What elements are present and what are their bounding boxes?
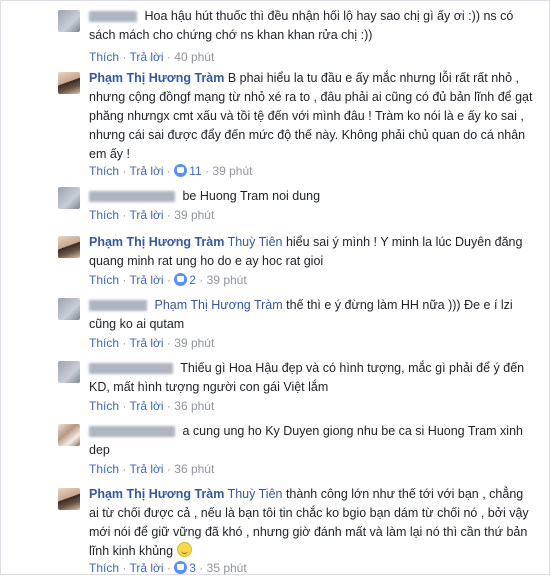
- avatar[interactable]: [58, 72, 80, 94]
- comment-body: Hoa hậu hút thuốc thì đều nhận hối lộ ha…: [89, 7, 534, 45]
- like-button[interactable]: Thích: [89, 462, 119, 476]
- avatar[interactable]: [58, 361, 80, 383]
- reply-button[interactable]: Trả lời: [129, 336, 163, 350]
- mention-tag[interactable]: Thuỳ Tiên: [228, 487, 283, 501]
- like-button[interactable]: Thích: [89, 164, 119, 178]
- comment-body: Phạm Thị Hương Tràm Thuỳ Tiên hiểu sai ý…: [89, 233, 534, 271]
- reaction-count[interactable]: 3: [189, 561, 196, 575]
- comment-text: thế thì e ý đừng làm HH nữa ))) Đe e í l…: [89, 298, 513, 331]
- comment-body: Phạm Thị Hương Tràm thế thì e ý đừng làm…: [89, 296, 534, 334]
- reaction-count[interactable]: 2: [189, 273, 196, 287]
- comment-body: Thiếu gì Hoa Hậu đẹp và có hình tượng, m…: [89, 359, 534, 397]
- avatar[interactable]: [58, 236, 80, 258]
- like-button[interactable]: Thích: [89, 208, 119, 222]
- reaction-count[interactable]: 11: [189, 164, 201, 178]
- reply-button[interactable]: Trả lời: [129, 164, 163, 178]
- like-reaction-icon[interactable]: [174, 164, 188, 177]
- blurred-author-name[interactable]: [89, 363, 173, 375]
- mention-tag[interactable]: Thuỳ Tiên: [228, 235, 283, 249]
- comment-actions: Thích · Trả lời · 40 phút: [89, 50, 215, 64]
- like-reaction-icon[interactable]: [174, 273, 188, 286]
- comment-actions: Thích · Trả lời · 39 phút: [89, 208, 215, 222]
- comment-actions: Thích · Trả lời · 39 phút: [89, 336, 215, 350]
- timestamp[interactable]: 39 phút: [212, 164, 252, 178]
- timestamp[interactable]: 36 phút: [174, 399, 214, 413]
- reply-button[interactable]: Trả lời: [129, 273, 163, 287]
- comment-actions: Thích · Trả lời · 36 phút: [89, 462, 215, 476]
- comment-body: Phạm Thị Hương Tràm Thuỳ Tiên thành công…: [89, 485, 534, 561]
- avatar[interactable]: [58, 424, 80, 446]
- like-button[interactable]: Thích: [89, 50, 119, 64]
- comment-thread: Hoa hậu hút thuốc thì đều nhận hối lộ ha…: [0, 0, 550, 575]
- reply-button[interactable]: Trả lời: [129, 208, 163, 222]
- comment-text: Hoa hậu hút thuốc thì đều nhận hối lộ ha…: [89, 9, 514, 42]
- reply-button[interactable]: Trả lời: [129, 399, 163, 413]
- avatar[interactable]: [58, 298, 80, 320]
- blurred-author-name[interactable]: [89, 191, 175, 203]
- comment-body: a cung ung ho Ky Duyen giong nhu be ca s…: [89, 422, 534, 460]
- author-name[interactable]: Phạm Thị Hương Tràm: [89, 235, 224, 249]
- comment-actions: Thích · Trả lời · 36 phút: [89, 399, 215, 413]
- like-reaction-icon[interactable]: [174, 561, 188, 574]
- reply-button[interactable]: Trả lời: [129, 50, 163, 64]
- like-button[interactable]: Thích: [89, 273, 119, 287]
- avatar[interactable]: [58, 187, 80, 209]
- avatar[interactable]: [58, 488, 80, 510]
- timestamp[interactable]: 35 phút: [207, 561, 247, 575]
- comment-body: Phạm Thị Hương Tràm B phai hiểu la tu đầ…: [89, 69, 534, 164]
- blurred-author-name[interactable]: [89, 11, 137, 23]
- author-name[interactable]: Phạm Thị Hương Tràm: [89, 71, 224, 85]
- mention-tag[interactable]: Phạm Thị Hương Tràm: [154, 298, 282, 312]
- like-button[interactable]: Thích: [89, 561, 119, 575]
- reply-button[interactable]: Trả lời: [129, 462, 163, 476]
- comment-actions: Thích · Trả lời · 2 · 39 phút: [89, 273, 247, 287]
- comment-actions: Thích · Trả lời · 3 · 35 phút: [89, 561, 247, 575]
- timestamp[interactable]: 40 phút: [174, 50, 214, 64]
- blurred-author-name[interactable]: [89, 300, 147, 312]
- blurred-author-name[interactable]: [89, 426, 175, 438]
- timestamp[interactable]: 39 phút: [174, 336, 214, 350]
- timestamp[interactable]: 39 phút: [174, 208, 214, 222]
- like-button[interactable]: Thích: [89, 336, 119, 350]
- avatar[interactable]: [58, 10, 80, 32]
- reply-button[interactable]: Trả lời: [129, 561, 163, 575]
- timestamp[interactable]: 39 phút: [207, 273, 247, 287]
- comment-text: be Huong Tram noi dung: [182, 189, 321, 203]
- comment-actions: Thích · Trả lời · 11 · 39 phút: [89, 164, 253, 178]
- timestamp[interactable]: 36 phút: [174, 462, 214, 476]
- like-button[interactable]: Thích: [89, 399, 119, 413]
- comment-body: be Huong Tram noi dung: [89, 187, 534, 206]
- smile-emoji-icon: [176, 542, 192, 557]
- author-name[interactable]: Phạm Thị Hương Tràm: [89, 487, 224, 501]
